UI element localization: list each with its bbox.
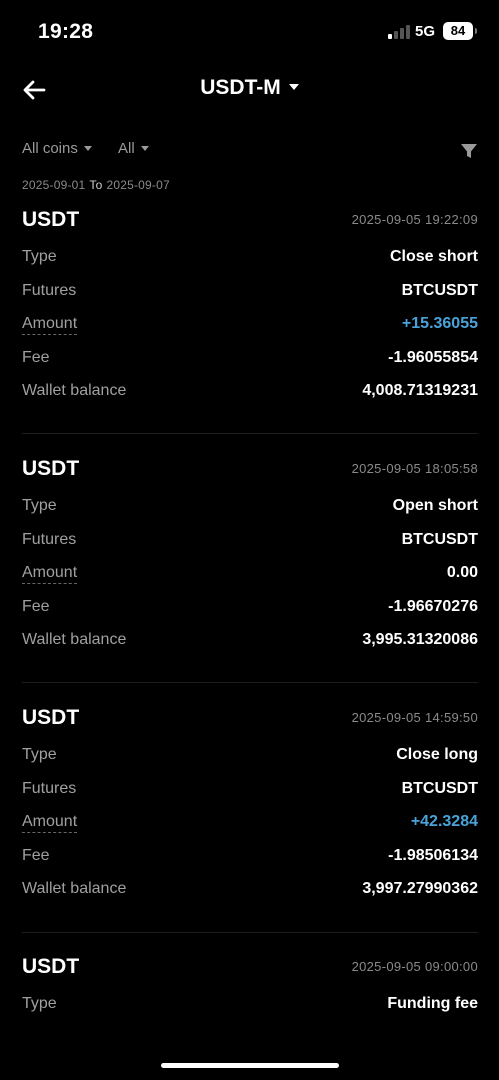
wallet-balance-value: 4,008.71319231 [362, 382, 478, 399]
transaction-record[interactable]: USDT 2025-09-05 18:05:58 Type Open short … [22, 451, 478, 659]
record-time: 2025-09-05 14:59:50 [351, 710, 478, 725]
wallet-balance-label: Wallet balance [22, 631, 127, 648]
futures-value: BTCUSDT [401, 281, 478, 299]
wallet-balance-label: Wallet balance [22, 880, 127, 897]
futures-label: Futures [22, 779, 77, 797]
type-label: Type [22, 497, 57, 514]
type-value: Open short [392, 497, 478, 514]
amount-value: +42.3284 [410, 813, 478, 830]
date-to-label: To [89, 178, 103, 192]
divider [22, 932, 478, 933]
futures-label: Futures [22, 530, 77, 548]
caret-down-icon [140, 146, 149, 151]
amount-label[interactable]: Amount [22, 813, 78, 833]
futures-label: Futures [22, 281, 77, 299]
wallet-balance-value: 3,997.27990362 [362, 880, 478, 897]
amount-value: +15.36055 [401, 315, 478, 332]
fee-label: Fee [22, 597, 50, 615]
amount-value: 0.00 [446, 564, 478, 581]
type-value: Close short [389, 248, 478, 265]
type-value: Close long [396, 746, 478, 763]
date-to: 2025-09-07 [106, 178, 170, 192]
type-filter-label: All [118, 140, 135, 157]
record-coin: USDT [22, 706, 80, 729]
record-time: 2025-09-05 09:00:00 [351, 959, 478, 974]
futures-value: BTCUSDT [401, 779, 478, 797]
wallet-balance-label: Wallet balance [22, 382, 127, 399]
fee-value: -1.96055854 [388, 348, 478, 366]
amount-label[interactable]: Amount [22, 564, 78, 584]
fee-label: Fee [22, 348, 50, 366]
page-title: USDT-M [200, 76, 281, 99]
type-label: Type [22, 248, 57, 265]
header: USDT-M [0, 62, 499, 118]
record-coin: USDT [22, 955, 80, 978]
type-value: Funding fee [387, 995, 478, 1012]
record-coin: USDT [22, 457, 80, 480]
futures-value: BTCUSDT [401, 530, 478, 548]
filter-icon[interactable] [460, 142, 478, 160]
date-from: 2025-09-01 [22, 178, 86, 192]
record-time: 2025-09-05 19:22:09 [351, 212, 478, 227]
caret-down-icon [288, 84, 299, 90]
type-label: Type [22, 746, 57, 763]
status-time: 19:28 [38, 20, 94, 43]
network-label: 5G [415, 23, 436, 40]
transaction-record[interactable]: USDT 2025-09-05 19:22:09 Type Close short… [22, 202, 478, 410]
status-bar: 19:28 5G 84 [0, 0, 499, 62]
fee-label: Fee [22, 846, 50, 864]
record-coin: USDT [22, 208, 80, 231]
type-filter-dropdown[interactable]: All [118, 140, 149, 157]
record-time: 2025-09-05 18:05:58 [351, 461, 478, 476]
transaction-record[interactable]: USDT 2025-09-05 14:59:50 Type Close long … [22, 700, 478, 908]
signal-icon [388, 24, 410, 39]
date-range[interactable]: 2025-09-01 To 2025-09-07 [22, 178, 170, 192]
transaction-record[interactable]: USDT 2025-09-05 09:00:00 Type Funding fee [22, 949, 478, 1023]
fee-value: -1.98506134 [388, 846, 478, 864]
amount-label[interactable]: Amount [22, 315, 78, 335]
account-type-selector[interactable]: USDT-M [0, 76, 499, 100]
coin-filter-label: All coins [22, 140, 78, 157]
filter-bar: All coins All [22, 140, 478, 164]
fee-value: -1.96670276 [388, 597, 478, 615]
coin-filter-dropdown[interactable]: All coins [22, 140, 92, 157]
divider [22, 433, 478, 434]
wallet-balance-value: 3,995.31320086 [362, 631, 478, 648]
divider [22, 682, 478, 683]
type-label: Type [22, 995, 57, 1012]
home-indicator[interactable] [161, 1063, 339, 1068]
caret-down-icon [83, 146, 92, 151]
battery-icon: 84 [443, 22, 477, 40]
